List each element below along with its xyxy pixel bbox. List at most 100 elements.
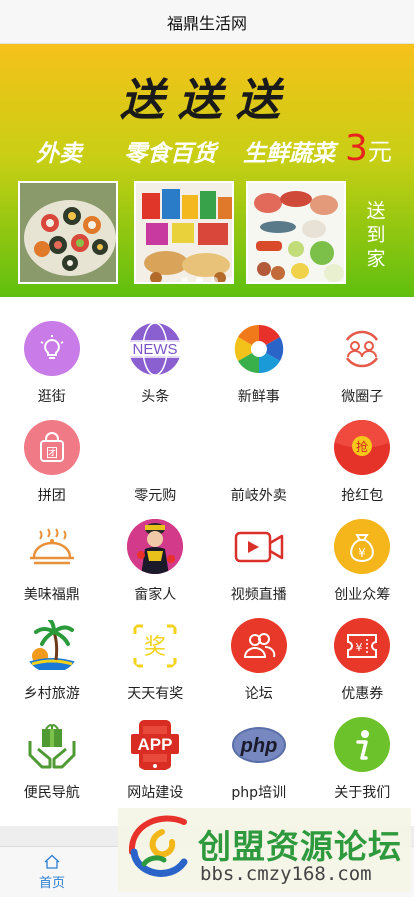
grid-item-about-us[interactable]: 关于我们 (311, 703, 414, 802)
grid-item-forum[interactable]: 论坛 (207, 604, 311, 703)
grid-item-headlines[interactable]: NEWS 头条 (104, 307, 208, 406)
grid-item-zero-buy[interactable]: 零元购 (104, 406, 208, 505)
svg-text:php: php (239, 735, 277, 757)
grid-item-label: 前岐外卖 (230, 488, 287, 504)
promo-banner[interactable]: 送送送 外卖 零食百货 生鲜蔬菜 3元 送到家 (0, 44, 414, 297)
grid-row: 便民导航 APP 网站建设 php php培训 关于我们 (0, 703, 414, 802)
grid-item-she-people[interactable]: 畲家人 (104, 505, 208, 604)
page-title: 福鼎生活网 (166, 13, 247, 33)
grid-item-label: 抢红包 (341, 488, 384, 504)
pager-dot[interactable] (226, 277, 233, 284)
grid-item-coupon[interactable]: ¥ 优惠券 (311, 604, 414, 703)
svg-text:¥: ¥ (356, 641, 363, 654)
grid-item-live-video[interactable]: 视频直播 (207, 505, 311, 604)
banner-price-unit: 元 (367, 138, 392, 166)
grid-item-label: 畲家人 (134, 587, 177, 603)
banner-item-takeout: 外卖 (36, 140, 82, 167)
grid-item-label: 拼团 (37, 488, 66, 504)
grid-item-php-training[interactable]: php php培训 (207, 703, 311, 802)
coupon-icon: ¥ (334, 618, 391, 673)
grid-item-food[interactable]: 美味福鼎 (0, 505, 104, 604)
video-camera-icon (230, 519, 287, 574)
grid-item-circles[interactable]: 微圈子 (311, 307, 414, 406)
grid-item-label: 视频直播 (230, 587, 287, 603)
snacks-photo (134, 181, 234, 284)
grid-item-website-building[interactable]: APP 网站建设 (104, 703, 208, 802)
grid-item-label: 乡村旅游 (23, 686, 80, 702)
news-icon: NEWS (127, 321, 184, 376)
grid-item-label: 头条 (141, 389, 170, 405)
banner-price: 3元 (345, 128, 392, 169)
banner-side-text: 送到家 (366, 200, 386, 270)
banner-price-number: 3 (345, 128, 368, 169)
grid-row: 团 拼团 零元购 前岐外卖 抢 抢红包 (0, 406, 414, 505)
hands-gift-icon (23, 717, 80, 772)
grid-item-label: 优惠券 (341, 686, 384, 702)
grid-item-label: php培训 (231, 785, 287, 801)
blank-icon (230, 420, 287, 475)
vegetables-photo (246, 181, 346, 284)
grid-item-convenience-nav[interactable]: 便民导航 (0, 703, 104, 802)
grid-item-red-packet[interactable]: 抢 抢红包 (311, 406, 414, 505)
home-icon (44, 854, 60, 869)
grid-item-label: 网站建设 (127, 785, 184, 801)
red-envelope-icon: 抢 (334, 420, 391, 475)
svg-text:抢: 抢 (356, 439, 368, 454)
she-person-photo-icon (127, 519, 184, 574)
svg-text:NEWS: NEWS (133, 341, 178, 358)
php-logo-icon: php (230, 717, 287, 772)
grid-item-label: 关于我们 (334, 785, 391, 801)
shopping-bag-icon: 团 (23, 420, 80, 475)
grid-item-label: 美味福鼎 (23, 587, 80, 603)
grid-row: 乡村旅游 奖 天天有奖 论坛 ¥ 优惠券 (0, 604, 414, 703)
app-phone-icon: APP (127, 717, 184, 772)
pager-dot-active[interactable] (196, 277, 203, 284)
grid-row: 逛街 NEWS 头条 新鲜事 微圈子 (0, 307, 414, 406)
grid-item-label: 逛街 (37, 389, 66, 405)
grid-item-label: 天天有奖 (127, 686, 184, 702)
lightbulb-icon (23, 321, 80, 376)
banner-item-snacks: 零食百货 (124, 140, 216, 167)
tab-home-label: 首页 (38, 876, 65, 891)
banner-pager[interactable] (0, 277, 414, 284)
banner-item-fresh: 生鲜蔬菜 (243, 140, 335, 167)
grid-item-shopping[interactable]: 逛街 (0, 307, 104, 406)
grid-item-label: 论坛 (244, 686, 273, 702)
sushi-photo (18, 181, 118, 284)
tab-home[interactable]: 首页 (0, 847, 104, 897)
food-cloche-icon (23, 519, 80, 574)
grid-item-group-buy[interactable]: 团 拼团 (0, 406, 104, 505)
forum-people-icon (230, 618, 287, 673)
aperture-icon (230, 321, 287, 376)
grid-item-qianqi-takeout[interactable]: 前岐外卖 (207, 406, 311, 505)
grid-item-label: 零元购 (134, 488, 177, 504)
banner-headline: 送送送 (120, 75, 294, 126)
watermark-title: 创盟资源论坛 (198, 827, 402, 866)
grid-item-daily-prize[interactable]: 奖 天天有奖 (104, 604, 208, 703)
grid-item-label: 新鲜事 (237, 389, 280, 405)
money-bag-icon: ¥ (334, 519, 391, 574)
blank-icon (127, 420, 184, 475)
grid-item-label: 创业众筹 (334, 587, 391, 603)
watermark-url: bbs.cmzy168.com (200, 863, 372, 885)
watermark: 创盟资源论坛 bbs.cmzy168.com (118, 808, 411, 892)
info-icon (334, 717, 391, 772)
svg-text:奖: 奖 (144, 635, 166, 660)
grid-item-label: 微圈子 (341, 389, 384, 405)
palm-beach-icon (23, 618, 80, 673)
grid-item-crowdfunding[interactable]: ¥ 创业众筹 (311, 505, 414, 604)
grid-item-rural-tourism[interactable]: 乡村旅游 (0, 604, 104, 703)
grid-item-fresh-news[interactable]: 新鲜事 (207, 307, 311, 406)
watermark-logo (128, 815, 188, 877)
people-circle-icon (334, 321, 391, 376)
pager-dot[interactable] (181, 277, 188, 284)
prize-icon: 奖 (127, 618, 184, 673)
category-grid: 逛街 NEWS 头条 新鲜事 微圈子 团 拼团 零元购 前岐外卖 抢 抢红包 美… (0, 307, 414, 802)
grid-row: 美味福鼎 畲家人 视频直播 ¥ 创业众筹 (0, 505, 414, 604)
grid-item-label: 便民导航 (23, 785, 80, 801)
svg-text:APP: APP (138, 735, 173, 754)
svg-text:团: 团 (46, 446, 58, 460)
svg-text:¥: ¥ (358, 546, 366, 560)
top-bar: 福鼎生活网 (0, 0, 414, 44)
pager-dot[interactable] (211, 277, 218, 284)
